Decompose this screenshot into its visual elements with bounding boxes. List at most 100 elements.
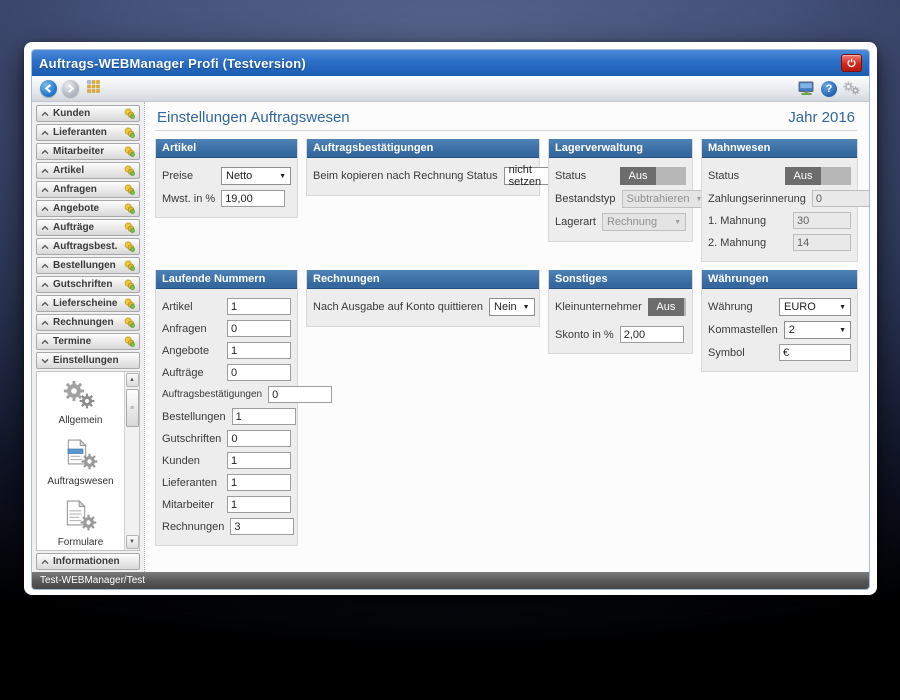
- coins-icon: [124, 336, 135, 347]
- settings-panel: Allgemein Auftragswesen Formulare ▲ ≡ ▼: [36, 371, 140, 551]
- settings-entry-auftragswesen[interactable]: Auftragswesen: [47, 439, 114, 487]
- nummer-label: Aufträge: [162, 366, 204, 379]
- scroll-up-button[interactable]: ▲: [125, 373, 139, 387]
- sidebar-item-anfragen[interactable]: Anfragen: [36, 181, 140, 198]
- settings-scrollbar[interactable]: ▲ ≡ ▼: [124, 372, 139, 550]
- symbol-label: Symbol: [708, 346, 745, 359]
- mwst-input[interactable]: [221, 190, 286, 207]
- bestandstyp-select[interactable]: Subtrahieren ▼: [621, 190, 708, 208]
- sidebar-item-auftragsbest[interactable]: Auftragsbest.: [36, 238, 140, 255]
- kleinunternehmer-toggle[interactable]: Aus: [647, 298, 686, 316]
- sidebar-item-auftraege[interactable]: Aufträge: [36, 219, 140, 236]
- toolbar: ?: [32, 76, 869, 102]
- sidebar-item-artikel[interactable]: Artikel: [36, 162, 140, 179]
- chevron-down-icon: ▼: [839, 303, 846, 311]
- chevron-down-icon: ▼: [522, 303, 530, 311]
- mahnung2-input[interactable]: [793, 234, 851, 251]
- sidebar-item-label: Lieferanten: [53, 127, 107, 138]
- lagerart-select[interactable]: Rechnung ▼: [601, 213, 686, 231]
- kopieren-status-value: nicht setzen: [508, 164, 542, 188]
- page-title: Einstellungen Auftragswesen: [157, 109, 350, 126]
- nummer-rechnungen-input[interactable]: [230, 518, 295, 535]
- nummer-anfragen-input[interactable]: [227, 320, 291, 337]
- forward-button[interactable]: [62, 80, 79, 97]
- kommastellen-label: Kommastellen: [708, 324, 778, 336]
- scroll-down-button[interactable]: ▼: [125, 535, 139, 549]
- nummer-bestellungen-input[interactable]: [231, 408, 296, 425]
- nummer-label: Bestellungen: [162, 410, 226, 423]
- lager-status-toggle[interactable]: Aus: [620, 167, 686, 185]
- chevron-down-icon: ▼: [674, 218, 681, 226]
- kommastellen-select[interactable]: 2 ▼: [783, 321, 851, 339]
- chevron-down-icon: ▼: [279, 172, 286, 180]
- mahn-status-toggle[interactable]: Aus: [785, 167, 851, 185]
- sidebar-item-lieferscheine[interactable]: Lieferscheine: [36, 295, 140, 312]
- sidebar-item-lieferanten[interactable]: Lieferanten: [36, 124, 140, 141]
- sidebar-item-informationen[interactable]: Informationen: [36, 553, 140, 570]
- settings-entry-allgemein[interactable]: Allgemein: [58, 380, 103, 426]
- nummer-angebote-input[interactable]: [227, 342, 291, 359]
- chevron-up-icon: [41, 130, 49, 136]
- help-button[interactable]: ?: [821, 80, 837, 97]
- toggle-state-label: Aus: [785, 167, 821, 185]
- chevron-up-icon: [41, 168, 49, 174]
- settings-entry-label: Allgemein: [58, 415, 103, 426]
- chevron-up-icon: [41, 339, 49, 345]
- sidebar-item-einstellungen[interactable]: Einstellungen: [36, 352, 140, 369]
- nummer-artikel-input[interactable]: [227, 298, 291, 315]
- sidebar-item-bestellungen[interactable]: Bestellungen: [36, 257, 140, 274]
- settings-entry-label: Formulare: [57, 537, 104, 548]
- power-icon: [847, 58, 856, 67]
- skonto-input[interactable]: [619, 326, 684, 343]
- zahlungserinnerung-input[interactable]: [811, 190, 869, 207]
- settings-entry-label: Auftragswesen: [47, 476, 114, 487]
- mahnung1-input[interactable]: [793, 212, 851, 229]
- power-close-button[interactable]: [841, 54, 862, 72]
- sidebar-item-label: Rechnungen: [53, 317, 114, 328]
- waehrung-select[interactable]: EURO ▼: [779, 298, 851, 316]
- sidebar-item-rechnungen[interactable]: Rechnungen: [36, 314, 140, 331]
- help-question-glyph: ?: [825, 82, 833, 95]
- settings-gears-button[interactable]: [843, 81, 861, 96]
- nummer-auftragsbestaetigungen-input[interactable]: [268, 386, 333, 403]
- sidebar-item-mitarbeiter[interactable]: Mitarbeiter: [36, 143, 140, 160]
- nummer-label: Anfragen: [162, 322, 207, 335]
- kommastellen-value: 2: [788, 324, 795, 336]
- coins-icon: [124, 260, 135, 271]
- nummer-gutschriften-input[interactable]: [227, 430, 292, 447]
- sidebar-item-label: Aufträge: [53, 222, 95, 233]
- symbol-input[interactable]: [779, 344, 851, 361]
- monitor-icon: [798, 81, 814, 96]
- nummer-kunden-input[interactable]: [227, 452, 291, 469]
- coins-icon: [124, 165, 135, 176]
- sidebar-item-termine[interactable]: Termine: [36, 333, 140, 350]
- sidebar-item-label: Kunden: [53, 108, 91, 119]
- quittieren-value: Nein: [494, 301, 517, 313]
- sidebar-item-angebote[interactable]: Angebote: [36, 200, 140, 217]
- sidebar-item-kunden[interactable]: Kunden: [36, 105, 140, 122]
- settings-entry-formulare[interactable]: Formulare: [57, 500, 104, 548]
- gears-icon: [843, 81, 860, 95]
- system-monitor-button[interactable]: [798, 81, 815, 96]
- bestandstyp-value: Subtrahieren: [626, 193, 690, 205]
- quittieren-label: Nach Ausgabe auf Konto quittieren: [313, 301, 484, 313]
- chevron-up-icon: [41, 244, 49, 250]
- preise-select[interactable]: Netto ▼: [221, 167, 291, 185]
- zahlungserinnerung-label: Zahlungserinnerung: [708, 192, 806, 205]
- nummer-mitarbeiter-input[interactable]: [227, 496, 291, 513]
- grid-icon: [87, 79, 100, 93]
- nummer-lieferanten-input[interactable]: [227, 474, 291, 491]
- quittieren-select[interactable]: Nein ▼: [489, 298, 535, 316]
- app-grid-button[interactable]: [87, 79, 100, 98]
- nummer-auftraege-input[interactable]: [227, 364, 291, 381]
- nummer-label: Artikel: [162, 300, 193, 313]
- chevron-up-icon: [41, 263, 49, 269]
- panel-rechnungen-title: Rechnungen: [307, 270, 539, 289]
- sidebar-item-gutschriften[interactable]: Gutschriften: [36, 276, 140, 293]
- scroll-thumb[interactable]: ≡: [125, 389, 139, 427]
- kleinunternehmer-label: Kleinunternehmer: [555, 301, 642, 313]
- coins-icon: [124, 298, 135, 309]
- panel-mahnwesen-title: Mahnwesen: [702, 139, 857, 158]
- nummer-label: Kunden: [162, 454, 200, 467]
- back-button[interactable]: [40, 80, 57, 97]
